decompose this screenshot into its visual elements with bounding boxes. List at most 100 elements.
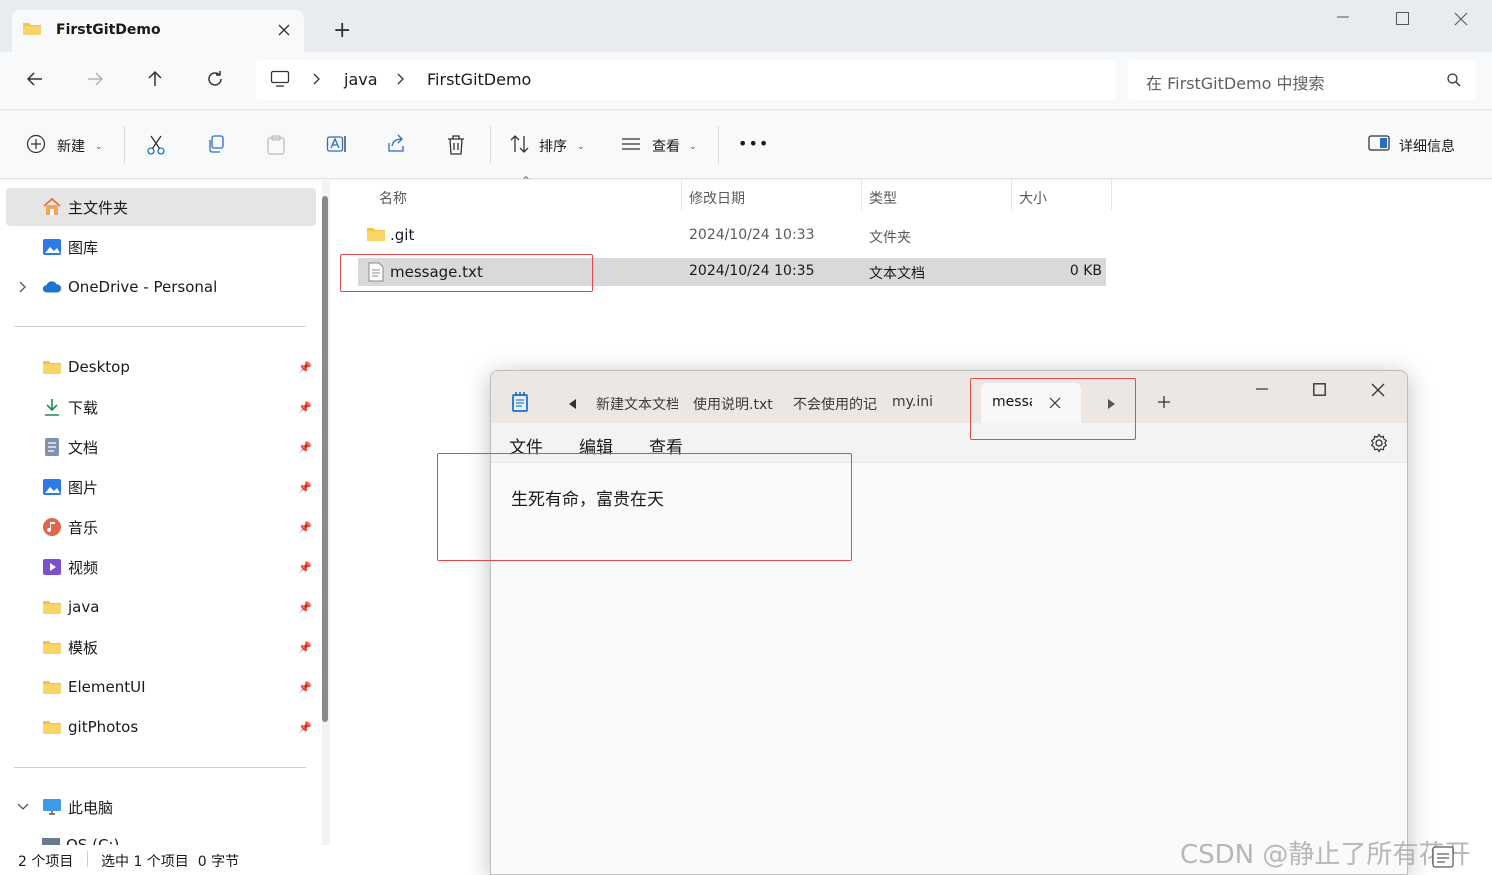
search-icon[interactable] [1446,72,1462,88]
pin-icon[interactable]: 📌 [298,441,312,454]
details-pane-icon[interactable] [1368,134,1390,152]
maximize-button[interactable] [1313,383,1326,396]
column-separator[interactable] [1011,180,1012,210]
sidebar-item-templates[interactable]: 模板 [42,635,98,659]
column-header-size[interactable]: 大小 [1019,188,1047,208]
sidebar-item-music[interactable]: 音乐 [42,515,98,539]
notepad-tab[interactable]: 使用说明.txt [693,394,781,414]
separator [490,126,491,164]
notepad-tab[interactable]: my.ini [892,394,952,410]
sidebar-item-pictures[interactable]: 图片 [42,475,98,499]
sidebar-item-gitphotos[interactable]: gitPhotos [42,715,138,739]
sidebar-item-label: ElementUI [68,678,146,696]
tab-close-icon[interactable] [278,24,290,36]
notepad-window[interactable]: 新建文本文档 使用说明.txt 不会使用的记 my.ini message.tx… [490,370,1408,875]
computer-icon[interactable] [270,70,290,88]
pin-icon[interactable]: 📌 [298,481,312,494]
sidebar-item-java[interactable]: java [42,595,99,619]
column-separator[interactable] [681,180,682,210]
close-window-button[interactable] [1454,12,1478,30]
column-header-type[interactable]: 类型 [869,188,897,208]
up-button[interactable] [146,70,164,88]
breadcrumb-java[interactable]: java [344,70,378,89]
video-icon [42,557,62,577]
back-button[interactable] [26,70,44,88]
drive-icon [42,838,60,845]
delete-icon[interactable] [446,134,466,156]
pin-icon[interactable]: 📌 [298,361,312,374]
pin-icon[interactable]: 📌 [298,601,312,614]
sidebar-scrollbar[interactable] [322,196,328,722]
expand-chevron-icon[interactable] [18,280,28,294]
folder-icon [42,597,62,617]
document-icon [42,437,62,457]
sidebar-item-label: 下载 [68,398,99,417]
pin-icon[interactable]: 📌 [298,721,312,734]
chevron-right-icon [396,72,406,86]
sidebar-item-desktop[interactable]: Desktop [42,355,130,379]
close-window-button[interactable] [1371,383,1385,397]
minimize-button[interactable] [1336,10,1360,28]
column-separator[interactable] [1111,180,1112,210]
file-modified: 2024/10/24 10:35 [689,263,815,279]
sidebar-item-label: 文档 [68,438,99,457]
sidebar-item-this-pc[interactable]: 此电脑 [42,795,113,819]
highlight-box-tab [970,378,1136,440]
new-tab-button[interactable]: + [333,18,351,43]
pin-icon[interactable]: 📌 [298,641,312,654]
paste-icon[interactable] [266,134,286,156]
sidebar-item-drive-c[interactable]: OS (C:) [42,836,119,845]
folder-icon [22,20,42,36]
chevron-down-icon: ⌄ [689,142,697,152]
rename-icon[interactable] [326,134,348,154]
refresh-button[interactable] [206,70,224,88]
pictures-icon [42,477,62,497]
file-type: 文本文档 [869,266,925,282]
column-separator[interactable] [861,180,862,210]
breadcrumb-firstgitdemo[interactable]: FirstGitDemo [427,70,531,89]
forward-button[interactable] [86,70,104,88]
cut-icon[interactable] [146,134,166,156]
view-button[interactable]: 查看 [652,136,680,156]
copy-icon[interactable] [206,134,226,154]
settings-gear-icon[interactable] [1369,433,1389,453]
sidebar-item-gallery[interactable]: 图库 [42,235,98,259]
sort-icon[interactable] [509,134,531,154]
scroll-tabs-left-icon[interactable] [569,399,577,409]
pin-icon[interactable]: 📌 [298,561,312,574]
share-icon[interactable] [386,134,406,154]
pin-icon[interactable]: 📌 [298,521,312,534]
new-button[interactable]: 新建 [57,136,85,156]
sidebar-item-label: 图片 [68,478,99,497]
notepad-tab[interactable]: 不会使用的记 [793,394,877,414]
sidebar-item-label: OS (C:) [66,836,120,845]
sidebar-item-videos[interactable]: 视频 [42,555,98,579]
sidebar-item-home[interactable]: 主文件夹 [42,195,128,219]
view-icon[interactable] [621,134,641,154]
pin-icon[interactable]: 📌 [298,401,312,414]
sidebar-item-downloads[interactable]: 下载 [42,395,98,419]
chevron-down-icon: ⌄ [95,142,103,152]
collapse-chevron-icon[interactable] [16,802,30,812]
sort-button[interactable]: 排序 [539,136,567,156]
folder-icon [366,226,386,242]
status-divider [87,851,88,867]
sidebar-item-documents[interactable]: 文档 [42,435,98,459]
pin-icon[interactable]: 📌 [298,681,312,694]
new-icon[interactable] [26,134,46,154]
panel-toggle-icon[interactable] [1432,846,1454,868]
maximize-button[interactable] [1396,12,1420,30]
more-options-button[interactable]: ••• [738,134,769,153]
gallery-icon [42,237,62,257]
address-bar[interactable] [256,60,1116,100]
new-tab-button[interactable] [1157,395,1171,409]
folder-icon [42,357,62,377]
column-header-modified[interactable]: 修改日期 [689,188,745,208]
notepad-tab[interactable]: 新建文本文档 [596,394,678,414]
details-button[interactable]: 详细信息 [1399,136,1455,156]
sidebar-item-onedrive[interactable]: OneDrive - Personal [42,275,217,299]
watermark: CSDN @静止了所有花开 [1180,840,1471,870]
sidebar-item-elementui[interactable]: ElementUI [42,675,146,699]
column-header-name[interactable]: 名称 [379,188,407,208]
minimize-button[interactable] [1255,387,1269,391]
